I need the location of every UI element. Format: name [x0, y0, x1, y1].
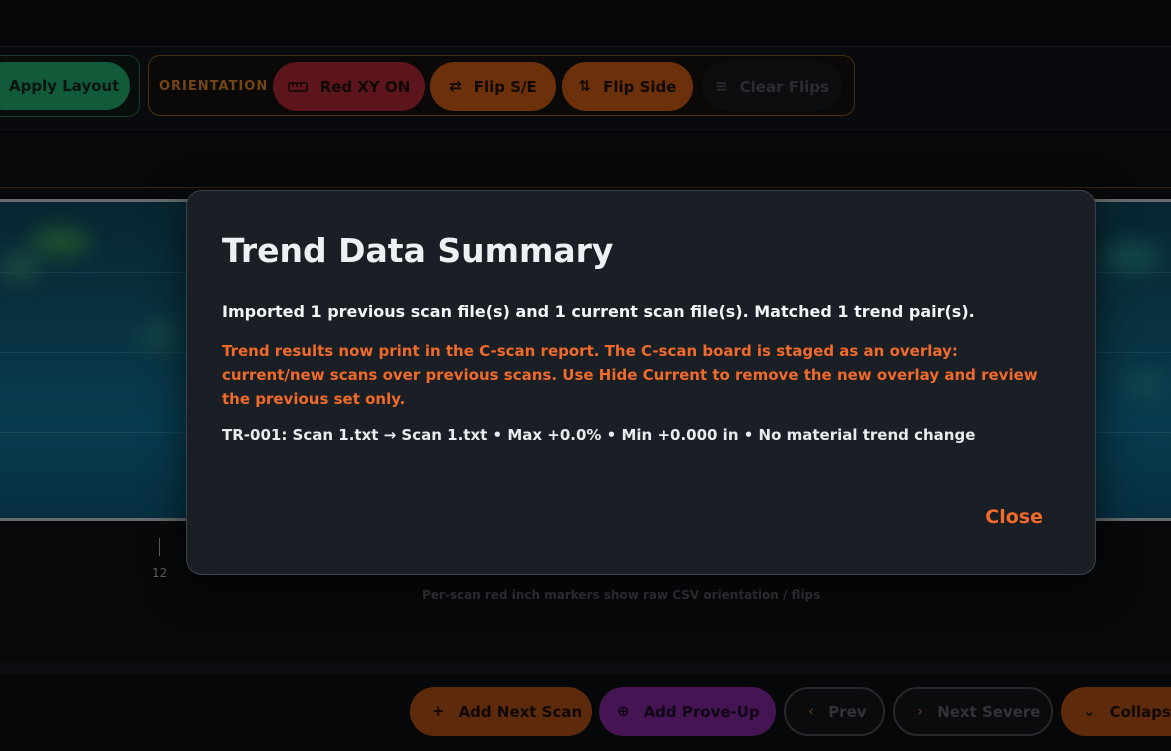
trend-result-line: TR-001: Scan 1.txt → Scan 1.txt • Max +0… — [222, 426, 976, 444]
overlay-notice-text: Trend results now print in the C-scan re… — [222, 342, 1038, 408]
app-screen: Apply Layout ORIENTATION Red XY ON ⇄ Fli… — [0, 0, 1171, 751]
close-button[interactable]: Close — [985, 506, 1043, 528]
trend-summary-dialog: Trend Data Summary Imported 1 previous s… — [186, 190, 1096, 575]
import-summary-text: Imported 1 previous scan file(s) and 1 c… — [222, 302, 975, 321]
dialog-title: Trend Data Summary — [222, 231, 614, 270]
